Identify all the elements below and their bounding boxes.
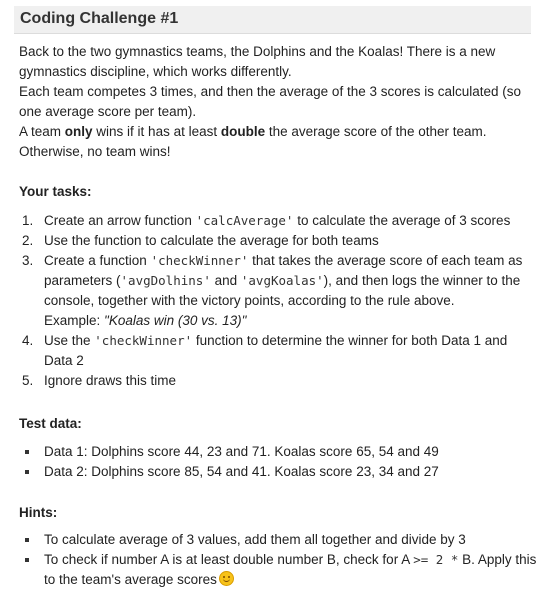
- code-checkwinner: 'checkWinner': [94, 333, 193, 348]
- test-data-list: Data 1: Dolphins score 44, 23 and 71. Ko…: [19, 442, 539, 482]
- intro-text-fragment: A team: [19, 124, 65, 139]
- task-text: Create a function: [44, 253, 151, 268]
- test-data-heading: Test data:: [19, 416, 82, 431]
- title-bar: Coding Challenge #1: [14, 6, 531, 34]
- task-text: and: [210, 273, 241, 288]
- code-avgkoalas: 'avgKoalas': [240, 273, 324, 288]
- task-number: 2.: [22, 233, 34, 248]
- bullet-icon: [25, 558, 29, 562]
- task-text: Ignore draws this time: [44, 373, 177, 388]
- intro-text: Back to the two gymnastics teams, the Do…: [19, 42, 539, 162]
- intro-text-fragment: wins if it has at least: [92, 124, 221, 139]
- task-number: 4.: [22, 333, 34, 348]
- test-data-2: Data 2: Dolphins score 85, 54 and 41. Ko…: [44, 464, 439, 479]
- task-number: 3.: [22, 253, 34, 268]
- wink-emoji-icon: [218, 571, 234, 586]
- intro-paragraph-1: Back to the two gymnastics teams, the Do…: [19, 44, 496, 79]
- task-item: 1. Create an arrow function 'calcAverage…: [19, 211, 539, 231]
- task-number: 1.: [22, 213, 34, 228]
- intro-paragraph-2: Each team competes 3 times, and then the…: [19, 84, 522, 119]
- list-item: To check if number A is at least double …: [19, 550, 539, 590]
- list-item: Data 1: Dolphins score 44, 23 and 71. Ko…: [19, 442, 539, 462]
- tasks-list: 1. Create an arrow function 'calcAverage…: [19, 211, 539, 391]
- task-text: Create an arrow function: [44, 213, 196, 228]
- hints-heading: Hints:: [19, 505, 58, 520]
- bullet-icon: [25, 538, 29, 542]
- task-text: Use the: [44, 333, 95, 348]
- task-text: Use the function to calculate the averag…: [44, 233, 379, 248]
- task-item: 5. Ignore draws this time: [19, 371, 539, 391]
- task-number: 5.: [22, 373, 34, 388]
- hint-2: To check if number A is at least double …: [44, 552, 414, 567]
- task-item: 3. Create a function 'checkWinner' that …: [19, 251, 539, 331]
- emphasis-double: double: [220, 124, 266, 139]
- bullet-icon: [25, 470, 29, 474]
- tasks-heading: Your tasks:: [19, 184, 92, 199]
- emphasis-only: only: [64, 124, 93, 139]
- intro-text-fragment: the average score of the other team.: [265, 124, 487, 139]
- code-comparison: >= 2 *: [413, 552, 459, 567]
- code-checkwinner: 'checkWinner': [150, 253, 249, 268]
- page-title: Coding Challenge #1: [20, 10, 179, 27]
- intro-paragraph-3: A team only wins if it has at least doub…: [19, 122, 539, 142]
- hints-list: To calculate average of 3 values, add th…: [19, 530, 539, 590]
- test-data-1: Data 1: Dolphins score 44, 23 and 71. Ko…: [44, 444, 439, 459]
- task-item: 2. Use the function to calculate the ave…: [19, 231, 539, 251]
- code-avgdolhins: 'avgDolhins': [120, 273, 211, 288]
- example-text: "Koalas win (30 vs. 13)": [104, 313, 247, 328]
- example-label: Example:: [44, 313, 105, 328]
- challenge-page: Coding Challenge #1 Back to the two gymn…: [0, 0, 553, 592]
- list-item: To calculate average of 3 values, add th…: [19, 530, 539, 550]
- task-text: to calculate the average of 3 scores: [293, 213, 511, 228]
- hint-1: To calculate average of 3 values, add th…: [44, 532, 466, 547]
- task-item: 4. Use the 'checkWinner' function to det…: [19, 331, 539, 371]
- bullet-icon: [25, 450, 29, 454]
- code-calcaverage: 'calcAverage': [195, 213, 294, 228]
- intro-paragraph-4: Otherwise, no team wins!: [19, 144, 171, 159]
- list-item: Data 2: Dolphins score 85, 54 and 41. Ko…: [19, 462, 539, 482]
